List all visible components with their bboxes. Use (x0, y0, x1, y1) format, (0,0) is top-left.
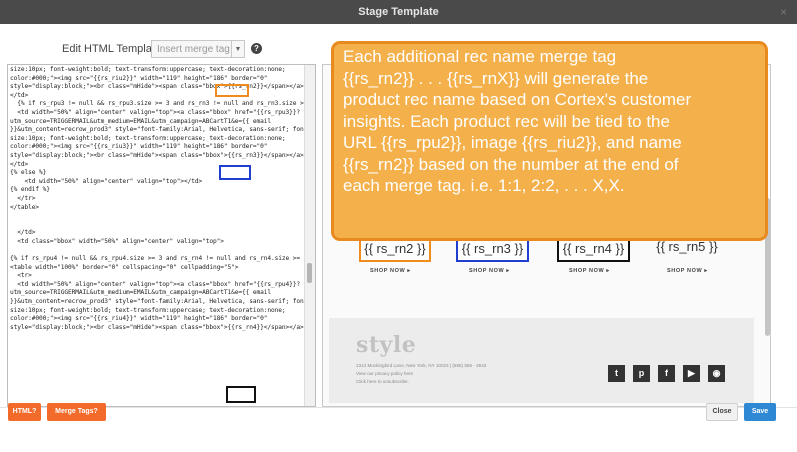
merge-tag-select[interactable]: Insert merge tag ▼ (151, 40, 245, 58)
code-highlight-rn3 (219, 165, 251, 180)
email-footer: style 1313 Mockingbird Lane, New York, N… (329, 318, 754, 403)
rec-name-2-text: {{ rs_rn2 }} (364, 241, 426, 256)
editor-toolbar: Edit HTML Template Insert merge tag ▼ ? (0, 40, 316, 62)
rec-name-3-text: {{ rs_rn3 }} (461, 241, 524, 256)
modal-footer (0, 407, 797, 452)
code-line: style="display:block;"><br class="mHide"… (10, 151, 304, 159)
code-line: </td> (10, 229, 36, 237)
edit-html-label: Edit HTML Template (62, 43, 162, 55)
html-help-button[interactable]: HTML? (8, 403, 41, 421)
code-line: size:10px; font-weight:bold; text-transf… (10, 306, 286, 314)
code-line: </td> (10, 160, 29, 168)
code-line: </table> (10, 203, 40, 211)
footer-address: 1313 Mockingbird Lane, New York, NY 1002… (356, 363, 487, 368)
shop-now-link[interactable]: SHOP NOW ▸ (469, 268, 510, 274)
rec-name-5-text: {{ rs_rn5 }} (656, 239, 718, 254)
code-line: <table width="100%" border="0" cellspaci… (10, 263, 239, 271)
close-button[interactable]: Close (706, 403, 738, 421)
code-line: </td> (10, 91, 29, 99)
code-highlight-rn4 (226, 386, 256, 403)
code-line: style="display:block;"><br class="mHide"… (10, 323, 304, 331)
html-code-editor[interactable]: size:10px; font-weight:bold; text-transf… (7, 64, 316, 407)
editor-scrollbar[interactable] (304, 65, 315, 406)
code-line: utm_source=TRIGGERMAIL&utm_medium=EMAIL&… (10, 289, 272, 297)
code-line: style="display:block;"><br class="mHide"… (10, 83, 304, 91)
code-line: size:10px; font-weight:bold; text-transf… (10, 134, 286, 142)
modal-title: Stage Template (358, 6, 439, 18)
code-line: color:#000;"><img src="{{rs_riu4}}" widt… (10, 315, 268, 323)
code-line: size:10px; font-weight:bold; text-transf… (10, 66, 286, 73)
code-line: <td width="50%" align="center" valign="t… (10, 280, 301, 288)
facebook-icon[interactable]: f (658, 365, 675, 382)
youtube-icon[interactable]: ▶ (683, 365, 700, 382)
rss-icon[interactable]: ◉ (708, 365, 725, 382)
unsubscribe-link[interactable]: Click here to unsubscribe. (356, 379, 409, 384)
merge-tags-help-button[interactable]: Merge Tags? (47, 403, 106, 421)
shop-now-link[interactable]: SHOP NOW ▸ (370, 268, 411, 274)
code-line: {% if rs_rpu3 != null && rs_rpu3.size >=… (10, 100, 305, 108)
code-line: color:#000;"><img src="{{rs_riu2}}" widt… (10, 74, 268, 82)
merge-tag-callout: Each additional rec name merge tag {{rs_… (331, 41, 768, 241)
code-line: <td class="bbox" width="50%" align="cent… (10, 237, 224, 245)
code-line: <td width="50%" align="center" valign="t… (10, 177, 203, 185)
twitter-icon[interactable]: t (608, 365, 625, 382)
privacy-link[interactable]: View our privacy policy here (356, 371, 413, 376)
shop-now-link[interactable]: SHOP NOW ▸ (667, 268, 708, 274)
editor-scroll-thumb[interactable] (307, 263, 312, 283)
code-line: </tr> (10, 194, 36, 202)
code-line: <tr> (10, 272, 32, 280)
code-lines: size:10px; font-weight:bold; text-transf… (8, 65, 305, 406)
help-icon[interactable]: ? (251, 43, 262, 54)
modal-title-bar: Stage Template × (0, 0, 797, 24)
merge-tag-select-placeholder: Insert merge tag (157, 44, 230, 55)
code-line: <td width="50%" align="center" valign="t… (10, 108, 301, 116)
pinterest-icon[interactable]: p (633, 365, 650, 382)
code-line: {% if rs_rpu4 != null && rs_rpu4.size >=… (10, 255, 305, 263)
code-line: {% else %} (10, 169, 47, 177)
brand-logo: style (356, 332, 417, 358)
close-icon[interactable]: × (780, 0, 787, 24)
code-line: utm_source=TRIGGERMAIL&utm_medium=EMAIL&… (10, 117, 272, 125)
save-button[interactable]: Save (744, 403, 776, 421)
code-line: }}&utm_content=recrow_prod3" style="font… (10, 298, 305, 306)
code-highlight-rn2 (215, 84, 249, 97)
code-line: {% endif %} (10, 186, 50, 194)
code-line: color:#000;"><img src="{{rs_riu3}}" widt… (10, 143, 268, 151)
chevron-down-icon: ▼ (231, 41, 244, 57)
shop-now-link[interactable]: SHOP NOW ▸ (569, 268, 610, 274)
code-line: }}&utm_content=recrow_prod3" style="font… (10, 126, 305, 134)
rec-name-4-text: {{ rs_rn4 }} (562, 241, 625, 256)
